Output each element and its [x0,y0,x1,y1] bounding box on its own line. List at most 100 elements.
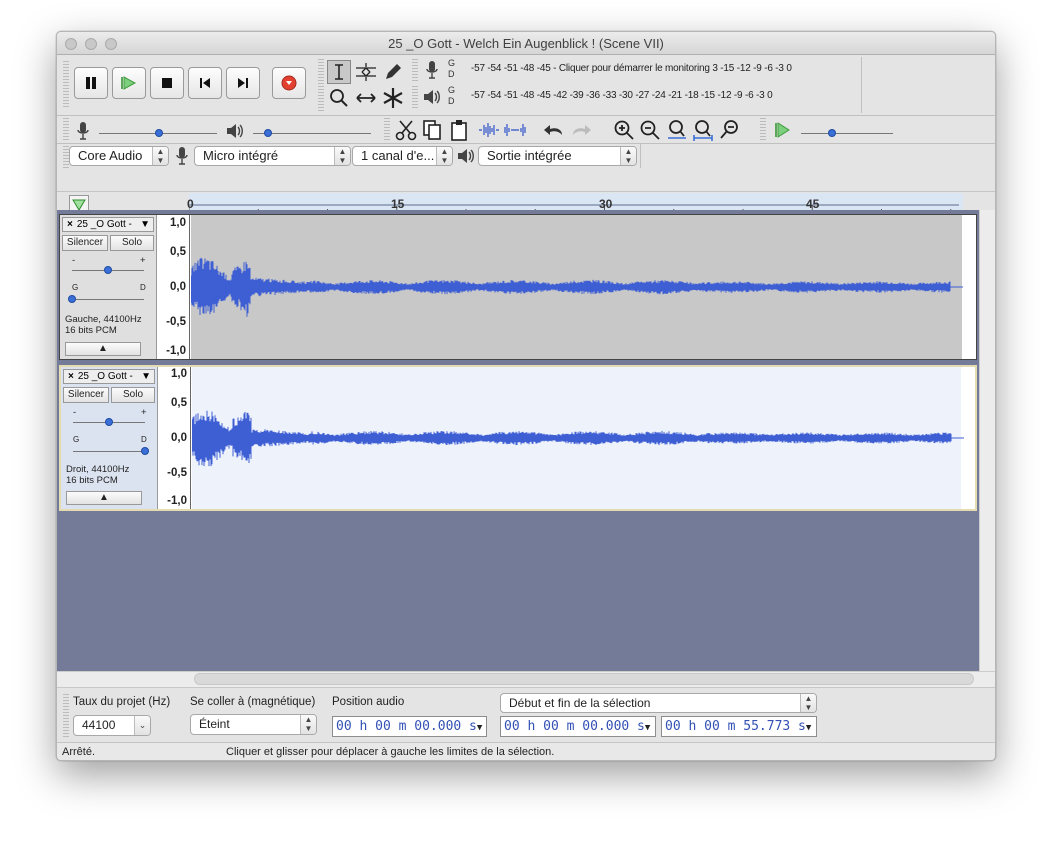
title-bar: 25 _O Gott - Welch Ein Augenblick ! (Sce… [57,32,995,55]
waveform-graph [190,257,963,317]
gain-plus-label: + [141,407,147,418]
copy-button[interactable] [420,118,444,142]
pan-knob[interactable] [141,447,149,455]
snap-to-select[interactable]: Éteint ▲ ▼ [190,714,317,735]
fit-selection-button[interactable] [665,118,689,142]
scale-label-bottom: -1,0 [167,495,187,507]
solo-button[interactable]: Solo [111,387,155,403]
play-button[interactable] [112,67,146,99]
track-name-menu[interactable]: × 25 _O Gott - ▼ [62,217,154,232]
toolbar-grip[interactable] [384,118,390,142]
track-name-menu[interactable]: × 25 _O Gott - ▼ [63,369,155,384]
fit-project-button[interactable] [691,118,715,142]
audio-position-field[interactable]: 00 h 00 m 00.000 s▼ [332,716,487,737]
waveform-path [191,410,952,467]
audio-track-left[interactable]: × 25 _O Gott - ▼ Silencer Solo - + G D Ga… [59,214,977,360]
speaker-icon [227,124,243,138]
silence-button[interactable] [503,118,527,142]
collapse-track-button[interactable]: ▲ [66,491,142,505]
zoom-tool[interactable] [327,86,351,110]
record-button[interactable] [272,67,306,99]
mute-button[interactable]: Silencer [62,235,108,251]
asterisk-icon [383,88,403,108]
undo-button[interactable] [542,118,566,142]
envelope-tool[interactable] [354,60,378,84]
time-shift-tool[interactable] [354,86,378,110]
skip-to-end-button[interactable] [226,67,260,99]
selection-start-field[interactable]: 00 h 00 m 00.000 s▼ [500,716,656,737]
toolbar-grip[interactable] [63,61,69,109]
input-channels-value: 1 canal d'e... [361,148,435,163]
record-meter[interactable]: -57 -54 -51 -48 -45 - Cliquer pour démar… [471,63,792,74]
zoom-out-icon [640,120,660,140]
waveform-right[interactable] [191,367,964,509]
input-channels-select[interactable]: 1 canal d'e... ▲ ▼ [352,146,453,166]
pan-knob[interactable] [68,295,76,303]
microphone-icon [77,122,89,140]
multi-tool[interactable] [381,86,405,110]
collapse-track-button[interactable]: ▲ [65,342,141,356]
playback-meter-speaker[interactable] [420,85,444,109]
record-meter-mic[interactable] [420,58,444,82]
play-at-speed-button[interactable] [771,118,795,142]
selection-end-field[interactable]: 00 h 00 m 55.773 s▼ [661,716,817,737]
toolbar-grip[interactable] [412,59,418,83]
scale-label-zero: 0,0 [170,281,186,293]
selection-tool[interactable] [327,60,351,84]
gain-knob[interactable] [105,418,113,426]
record-meter-channels: G D [448,58,455,80]
record-volume-knob[interactable] [155,129,163,137]
toolbar-grip[interactable] [63,694,69,738]
pause-button[interactable] [74,67,108,99]
gain-knob[interactable] [104,266,112,274]
pan-right-label: D [140,283,146,292]
zoom-in-button[interactable] [612,118,636,142]
toolbar-grip[interactable] [63,118,69,142]
draw-tool[interactable] [381,60,405,84]
redo-button[interactable] [569,118,593,142]
output-device-select[interactable]: Sortie intégrée ▲ ▼ [478,146,637,166]
track-control-panel: × 25 _O Gott - ▼ Silencer Solo - + G D Ga… [60,215,157,359]
gain-minus-label: - [72,255,76,266]
playback-meter-right-label: D [448,96,455,106]
scale-label-top: 1,0 [171,368,187,380]
chevron-down-icon: ⌄ [134,716,150,735]
playback-meter-left-label: G [448,85,456,95]
waveform-graph [191,410,964,467]
skip-start-icon [200,78,210,88]
playback-meter-channels: G D [448,85,455,107]
waveform-left[interactable] [190,215,963,359]
output-device-value: Sortie intégrée [487,148,572,163]
playback-speed-knob[interactable] [828,129,836,137]
trim-button[interactable] [477,118,501,142]
cut-button[interactable] [394,118,418,142]
zoom-out-button[interactable] [638,118,662,142]
toolbar-grip[interactable] [412,86,418,110]
mute-button[interactable]: Silencer [63,387,109,403]
horizontal-scrollbar-thumb[interactable] [194,673,974,685]
amplitude-scale[interactable]: 1,0 0,5 0,0 -0,5 -1,0 [159,367,191,509]
record-meter-prompt[interactable]: Cliquer pour démarrer le monitoring [559,63,710,74]
pan-right-label: D [141,435,147,444]
solo-button[interactable]: Solo [110,235,154,251]
playback-meter-scale[interactable]: -57 -54 -51 -48 -45 -42 -39 -36 -33 -30 … [471,90,773,101]
toolbar-grip[interactable] [318,59,324,111]
track-area[interactable]: × 25 _O Gott - ▼ Silencer Solo - + G D Ga… [57,210,979,671]
audio-host-select[interactable]: Core Audio ▲ ▼ [69,146,169,166]
project-rate-select[interactable]: 44100 ⌄ [73,715,151,736]
play-icon [775,122,790,138]
vertical-scrollbar[interactable] [979,210,995,671]
zoom-toggle-button[interactable] [718,118,742,142]
audio-track-right[interactable]: × 25 _O Gott - ▼ Silencer Solo - + G D Dr… [59,365,977,511]
toolbar-grip[interactable] [760,118,766,142]
record-icon [281,75,297,91]
selection-mode-select[interactable]: Début et fin de la sélection ▲ ▼ [500,693,817,713]
amplitude-scale[interactable]: 1,0 0,5 0,0 -0,5 -1,0 [158,215,190,359]
skip-to-start-button[interactable] [188,67,222,99]
stop-button[interactable] [150,67,184,99]
close-track-icon[interactable]: × [64,371,78,382]
close-track-icon[interactable]: × [63,219,77,230]
input-device-select[interactable]: Micro intégré ▲ ▼ [194,146,351,166]
paste-button[interactable] [447,118,471,142]
playback-volume-knob[interactable] [264,129,272,137]
